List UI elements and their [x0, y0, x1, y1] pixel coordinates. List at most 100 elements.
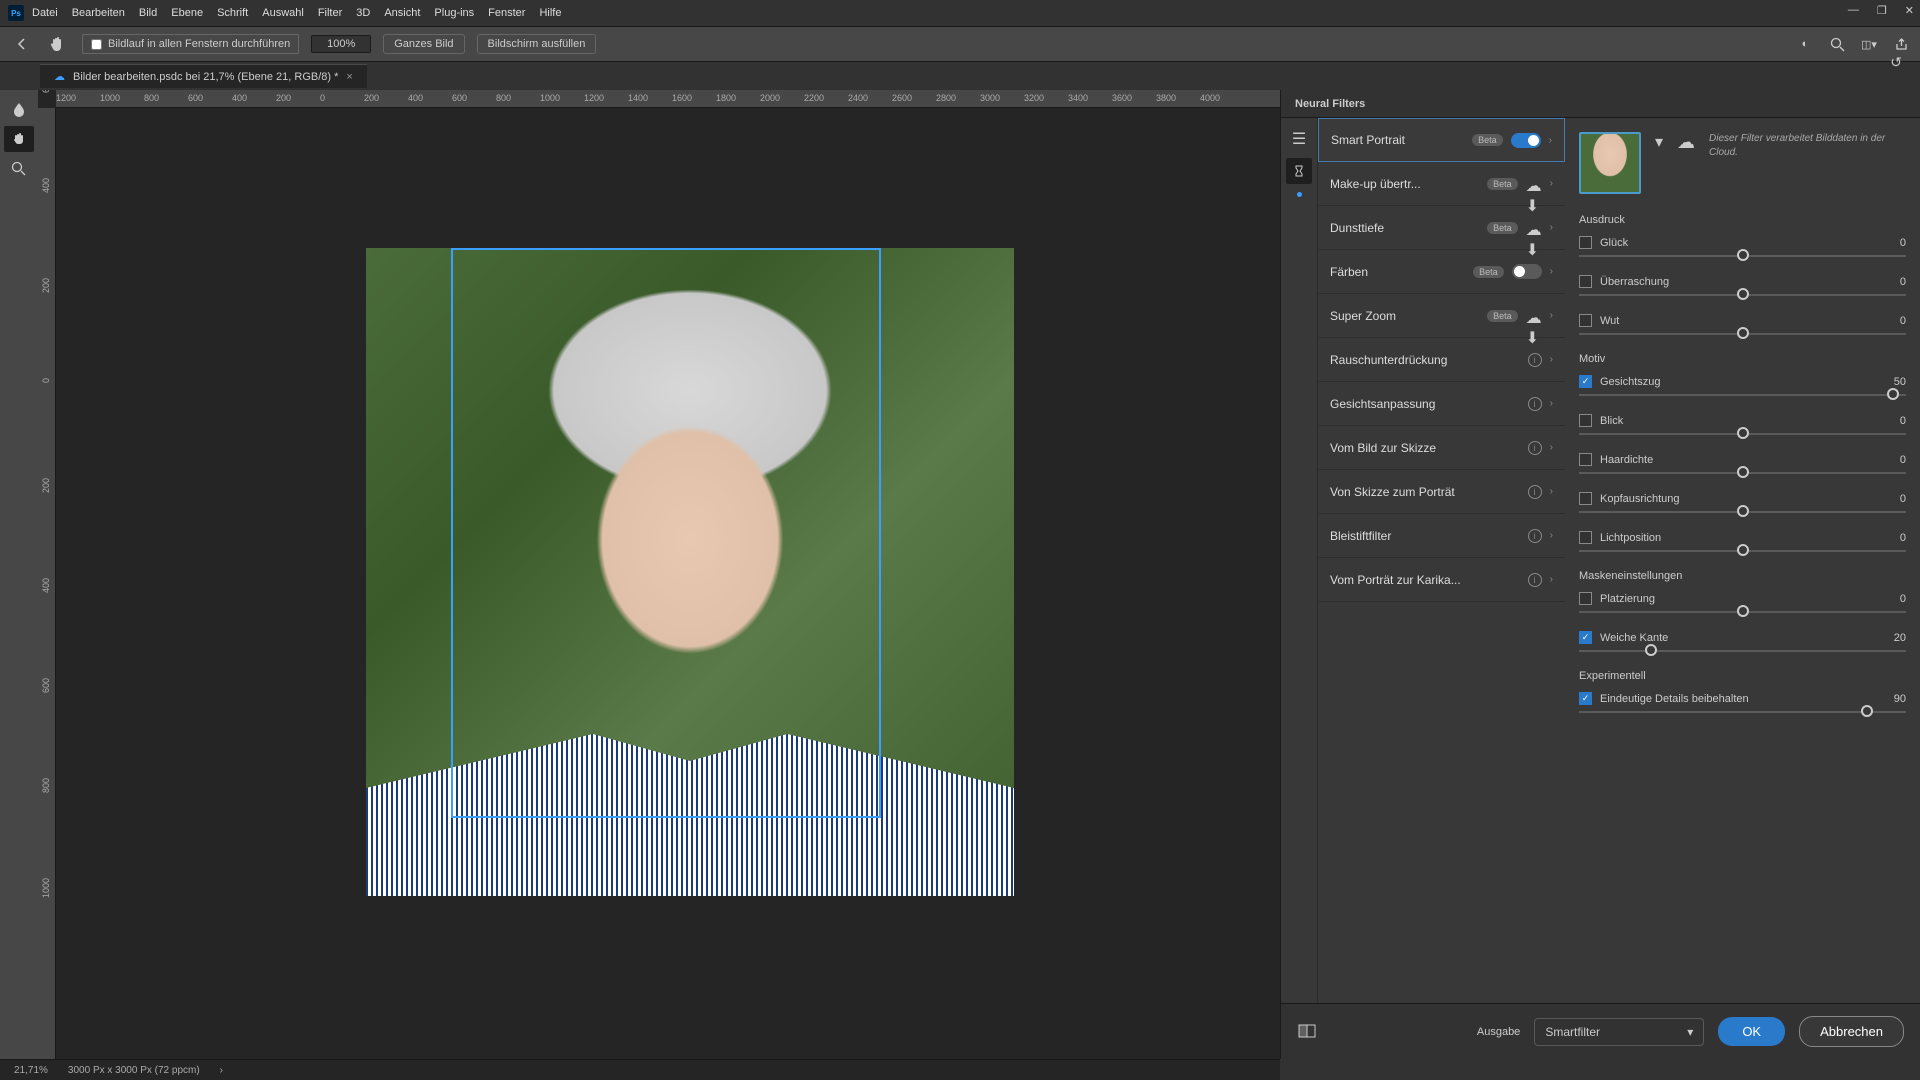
filter-item[interactable]: Vom Porträt zur Karika...i› [1318, 558, 1565, 602]
tab-close-icon[interactable]: × [346, 71, 352, 83]
slider-checkbox[interactable]: ✓ [1579, 375, 1592, 388]
close-icon[interactable]: ✕ [1905, 4, 1914, 17]
slider-thumb[interactable] [1861, 705, 1873, 717]
slider-checkbox[interactable]: ✓ [1579, 692, 1592, 705]
slider-checkbox[interactable] [1579, 314, 1592, 327]
slider-checkbox[interactable] [1579, 236, 1592, 249]
share-icon[interactable] [1892, 35, 1910, 53]
slider-checkbox[interactable] [1579, 414, 1592, 427]
face-dropdown-icon[interactable]: ▾ [1655, 132, 1663, 152]
menu-bearbeiten[interactable]: Bearbeiten [72, 7, 125, 19]
minimize-icon[interactable]: — [1848, 4, 1859, 17]
zoom-tool-icon[interactable] [4, 156, 34, 182]
cancel-button[interactable]: Abbrechen [1799, 1016, 1904, 1047]
filter-item[interactable]: Rauschunterdrückungi› [1318, 338, 1565, 382]
scroll-all-checkbox[interactable]: Bildlauf in allen Fenstern durchführen [82, 34, 299, 54]
filter-wait-icon[interactable] [1286, 158, 1312, 184]
cloud-sync-icon[interactable]: ◐ [1796, 35, 1814, 53]
before-after-icon[interactable] [1297, 1021, 1319, 1043]
menu-ebene[interactable]: Ebene [171, 7, 203, 19]
search-icon[interactable] [1828, 35, 1846, 53]
slider-checkbox[interactable] [1579, 492, 1592, 505]
filter-item[interactable]: Von Skizze zum Porträti› [1318, 470, 1565, 514]
download-icon[interactable]: ☁⬇ [1526, 176, 1542, 192]
slider-thumb[interactable] [1737, 466, 1749, 478]
slider-thumb[interactable] [1645, 644, 1657, 656]
info-icon[interactable]: i [1528, 441, 1542, 455]
slider-thumb[interactable] [1737, 505, 1749, 517]
info-icon[interactable]: i [1528, 397, 1542, 411]
canvas-viewport[interactable] [56, 108, 1280, 1059]
filter-toggle[interactable] [1512, 264, 1542, 279]
workspace-icon[interactable]: ◫▾ [1860, 35, 1878, 53]
status-chevron-icon[interactable]: › [220, 1065, 223, 1076]
menu-filter[interactable]: Filter [318, 7, 342, 19]
info-icon[interactable]: i [1528, 353, 1542, 367]
menu-ansicht[interactable]: Ansicht [384, 7, 420, 19]
fill-screen-button[interactable]: Bildschirm ausfüllen [477, 34, 597, 54]
zoom-input[interactable] [311, 35, 371, 53]
slider-checkbox[interactable] [1579, 592, 1592, 605]
info-icon[interactable]: i [1528, 485, 1542, 499]
info-icon[interactable]: i [1528, 573, 1542, 587]
face-thumbnail[interactable] [1579, 132, 1641, 194]
filter-item[interactable]: Make-up übertr...Beta☁⬇› [1318, 162, 1565, 206]
menu-schrift[interactable]: Schrift [217, 7, 248, 19]
filter-item[interactable]: Bleistiftfilteri› [1318, 514, 1565, 558]
menu-plug-ins[interactable]: Plug-ins [434, 7, 474, 19]
hand-tool-icon[interactable] [4, 126, 34, 152]
slider-thumb[interactable] [1737, 605, 1749, 617]
filter-item[interactable]: Vom Bild zur Skizzei› [1318, 426, 1565, 470]
slider-checkbox[interactable] [1579, 531, 1592, 544]
info-icon[interactable]: i [1528, 529, 1542, 543]
slider-thumb[interactable] [1737, 249, 1749, 261]
slider-track[interactable] [1579, 650, 1906, 652]
filter-item[interactable]: Smart PortraitBeta› [1318, 118, 1565, 162]
slider-checkbox[interactable]: ✓ [1579, 631, 1592, 644]
slider-value: 0 [1900, 532, 1906, 544]
slider-track[interactable] [1579, 611, 1906, 613]
filter-item[interactable]: Gesichtsanpassungi› [1318, 382, 1565, 426]
slider-track[interactable] [1579, 255, 1906, 257]
menu-datei[interactable]: Datei [32, 7, 58, 19]
slider-track[interactable] [1579, 333, 1906, 335]
slider-track[interactable] [1579, 711, 1906, 713]
blur-tool-icon[interactable] [4, 96, 34, 122]
slider-thumb[interactable] [1737, 427, 1749, 439]
full-image-button[interactable]: Ganzes Bild [383, 34, 464, 54]
slider-thumb[interactable] [1737, 544, 1749, 556]
slider-thumb[interactable] [1887, 388, 1899, 400]
document-tab[interactable]: ☁ Bilder bearbeiten.psdc bei 21,7% (Eben… [40, 64, 367, 88]
back-button[interactable] [10, 32, 34, 56]
slider-checkbox[interactable] [1579, 453, 1592, 466]
hand-tool-icon[interactable] [46, 32, 70, 56]
menu-fenster[interactable]: Fenster [488, 7, 525, 19]
filter-item[interactable]: DunsttiefeBeta☁⬇› [1318, 206, 1565, 250]
filter-item[interactable]: Super ZoomBeta☁⬇› [1318, 294, 1565, 338]
filter-name: Bleistiftfilter [1330, 529, 1528, 543]
filter-toggle[interactable] [1511, 133, 1541, 148]
output-select[interactable]: Smartfilter▾ [1534, 1018, 1704, 1046]
slider-thumb[interactable] [1737, 288, 1749, 300]
download-icon[interactable]: ☁⬇ [1526, 308, 1542, 324]
slider-track[interactable] [1579, 472, 1906, 474]
slider-track[interactable] [1579, 394, 1906, 396]
filter-all-icon[interactable]: ☰ [1286, 126, 1312, 152]
filter-item[interactable]: FärbenBeta› [1318, 250, 1565, 294]
slider-track[interactable] [1579, 550, 1906, 552]
slider-track[interactable] [1579, 294, 1906, 296]
slider-thumb[interactable] [1737, 327, 1749, 339]
restore-icon[interactable]: ❐ [1877, 4, 1887, 17]
menu-3d[interactable]: 3D [356, 7, 370, 19]
slider-track[interactable] [1579, 433, 1906, 435]
ok-button[interactable]: OK [1718, 1017, 1785, 1046]
slider-checkbox[interactable] [1579, 275, 1592, 288]
status-zoom[interactable]: 21,71% [14, 1065, 48, 1076]
menu-bild[interactable]: Bild [139, 7, 157, 19]
menu-hilfe[interactable]: Hilfe [539, 7, 561, 19]
slider-track[interactable] [1579, 511, 1906, 513]
slider-facial: ✓Gesichtszug50 [1579, 375, 1906, 396]
menu-auswahl[interactable]: Auswahl [262, 7, 304, 19]
download-icon[interactable]: ☁⬇ [1526, 220, 1542, 236]
section-experimental: Experimentell [1579, 670, 1906, 682]
